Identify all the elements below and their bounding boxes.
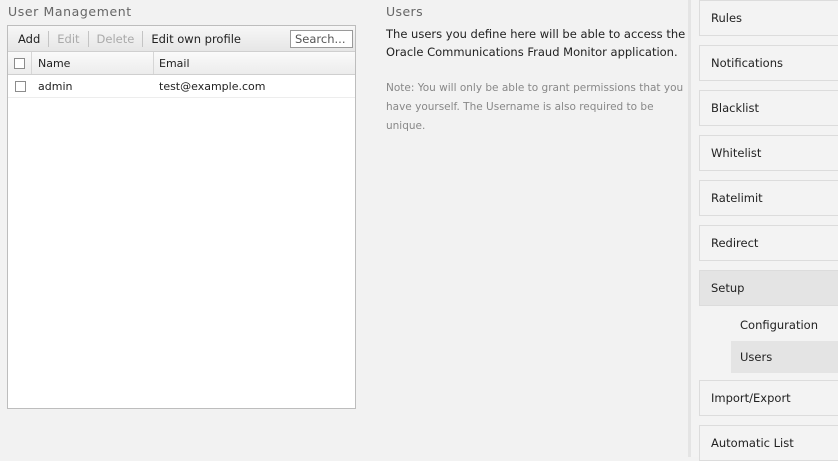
help-title: Users	[386, 4, 424, 19]
help-note: Note: You will only be able to grant per…	[386, 82, 684, 132]
column-header-name[interactable]: Name	[32, 52, 154, 74]
grid-toolbar: Add Edit Delete Edit own profile	[8, 26, 355, 52]
nav-item-import-export[interactable]: Import/Export	[699, 380, 838, 416]
select-all-cell	[8, 52, 32, 74]
toolbar-divider	[48, 30, 50, 47]
edit-own-profile-button[interactable]: Edit own profile	[145, 32, 247, 46]
nav-item-redirect[interactable]: Redirect	[699, 225, 838, 261]
help-text: The users you define here will be able t…	[386, 27, 686, 59]
select-all-checkbox[interactable]	[14, 57, 25, 69]
nav-item-notifications[interactable]: Notifications	[699, 45, 838, 81]
add-button[interactable]: Add	[12, 32, 46, 46]
nav-item-blacklist[interactable]: Blacklist	[699, 90, 838, 126]
toolbar-divider	[142, 30, 144, 47]
nav-item-rules[interactable]: Rules	[699, 0, 838, 36]
nav-item-setup[interactable]: Setup	[699, 270, 838, 306]
side-navigation: Rules Notifications Blacklist Whitelist …	[688, 0, 838, 461]
user-management-title: User Management	[8, 4, 132, 19]
nav-item-automatic-list[interactable]: Automatic List	[699, 425, 838, 461]
delete-button[interactable]: Delete	[91, 32, 141, 46]
row-checkbox[interactable]	[14, 80, 26, 92]
table-row[interactable]: admin test@example.com	[8, 75, 355, 98]
column-header-email[interactable]: Email	[154, 52, 190, 74]
cell-name: admin	[38, 79, 73, 93]
nav-item-whitelist[interactable]: Whitelist	[699, 135, 838, 171]
row-select-cell	[8, 75, 32, 97]
help-panel: Users The users you define here will be …	[386, 4, 686, 136]
search-input[interactable]	[290, 29, 353, 48]
cell-email: test@example.com	[159, 79, 266, 93]
users-grid: Add Edit Delete Edit own profile Name Em…	[7, 25, 356, 409]
toolbar-divider	[87, 30, 89, 47]
nav-subitem-users[interactable]: Users	[731, 341, 838, 373]
nav-subitem-configuration[interactable]: Configuration	[731, 309, 838, 341]
grid-header-row: Name Email	[8, 52, 355, 75]
nav-item-ratelimit[interactable]: Ratelimit	[699, 180, 838, 216]
edit-button[interactable]: Edit	[51, 32, 85, 46]
